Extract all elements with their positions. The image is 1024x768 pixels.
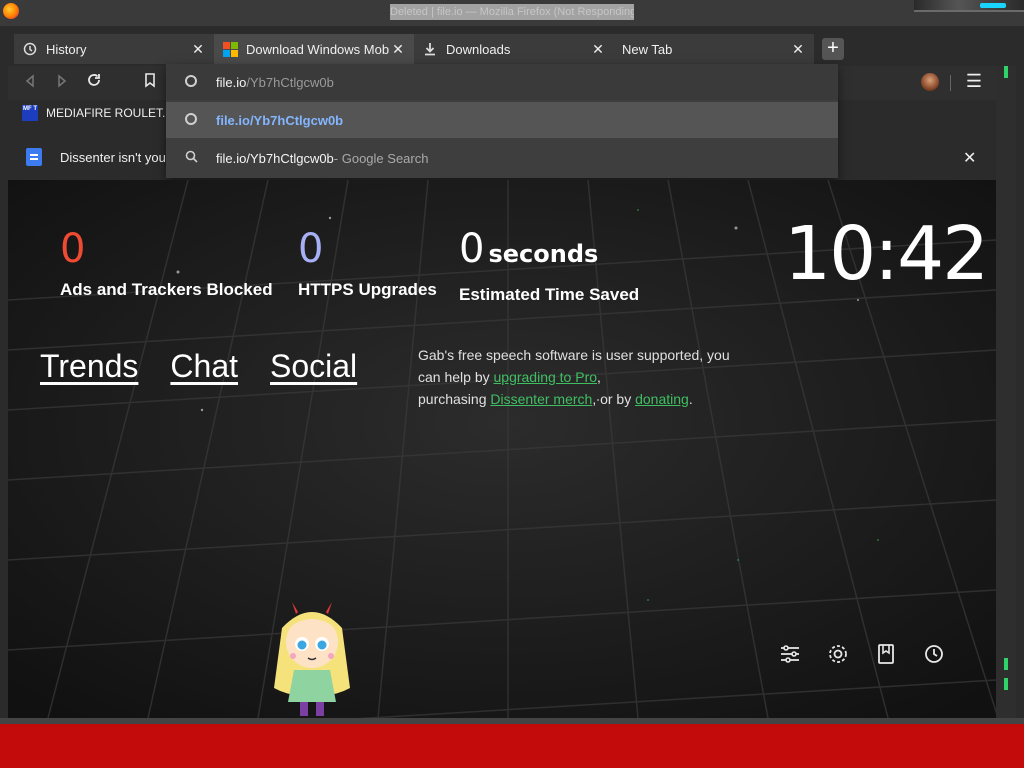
- stat-time-saved: 0 seconds Estimated Time Saved: [459, 224, 639, 305]
- tab-downloads[interactable]: Downloads ✕: [414, 34, 614, 64]
- history-icon[interactable]: [922, 642, 946, 666]
- history-icon: [22, 41, 38, 57]
- bookmark-icon: [145, 73, 155, 88]
- url-suggestion-search[interactable]: file.io/Yb7hCtlgcw0b - Google Search: [166, 140, 838, 176]
- globe-icon: [185, 74, 197, 87]
- tab-label: New Tab: [622, 41, 673, 57]
- window-titlebar: Deleted | file.io — Mozilla Firefox (Not…: [0, 0, 1024, 26]
- close-tab-icon[interactable]: ✕: [790, 41, 806, 57]
- upgrade-pro-link[interactable]: upgrading to Pro: [494, 369, 598, 385]
- new-tab-button[interactable]: +: [822, 38, 844, 60]
- clock: 10:42: [784, 211, 989, 297]
- desktop-background: [0, 724, 1024, 768]
- window-decoration: [914, 0, 1024, 12]
- tab-strip: History ✕ Download Windows Mobile ✕ Down…: [8, 30, 1014, 66]
- microsoft-logo-icon: [222, 41, 238, 57]
- window-title: Deleted | file.io — Mozilla Firefox (Not…: [390, 4, 634, 20]
- dashboard-tools: [778, 642, 946, 666]
- support-line: , or by: [592, 391, 636, 407]
- stat-value: 0: [298, 226, 324, 272]
- support-message: Gab's free speech software is user suppo…: [418, 344, 778, 410]
- url-path: /Yb7hCtlgcw0b: [246, 74, 334, 90]
- stat-unit: seconds: [488, 240, 599, 268]
- suggestion-text: file.io/Yb7hCtlgcw0b: [216, 150, 334, 166]
- bookmark-icon[interactable]: [874, 642, 898, 666]
- close-notification-icon[interactable]: ✕: [963, 148, 976, 168]
- tab-download-windows-mobile[interactable]: Download Windows Mobile ✕: [214, 34, 414, 64]
- download-icon: [422, 41, 438, 57]
- support-line: purchasing: [418, 391, 491, 407]
- forward-button[interactable]: [50, 72, 74, 96]
- gear-icon[interactable]: [826, 642, 850, 666]
- link-trends[interactable]: Trends: [40, 348, 138, 385]
- new-tab-page: 0 Ads and Trackers Blocked 0 HTTPS Upgra…: [8, 180, 996, 718]
- support-line: Gab's free speech software is user suppo…: [418, 347, 730, 363]
- notification-message: Dissenter isn't you: [60, 150, 166, 165]
- back-arrow-icon: [25, 74, 34, 88]
- bookmark-mediafire-roulette[interactable]: MF T MEDIAFIRE ROULET...: [22, 105, 172, 121]
- close-tab-icon[interactable]: ✕: [390, 41, 406, 57]
- stat-label: Estimated Time Saved: [459, 285, 640, 304]
- stat-label: Ads and Trackers Blocked: [60, 280, 273, 299]
- profile-avatar[interactable]: [921, 73, 939, 91]
- stat-label: HTTPS Upgrades: [298, 280, 437, 299]
- close-tab-icon[interactable]: ✕: [590, 41, 606, 57]
- tab-label: History: [46, 41, 87, 57]
- link-chat[interactable]: Chat: [170, 348, 238, 385]
- stat-value: 0: [60, 226, 86, 272]
- document-icon: [26, 148, 42, 166]
- tab-new-tab[interactable]: New Tab ✕: [614, 34, 814, 64]
- close-tab-icon[interactable]: ✕: [190, 41, 206, 57]
- window-frame-decoration: [996, 66, 1016, 718]
- merch-link[interactable]: Dissenter merch: [490, 391, 592, 407]
- toolbar-divider: [950, 75, 951, 91]
- mediafire-favicon-icon: MF T: [22, 105, 38, 121]
- hamburger-menu-button[interactable]: ☰: [964, 71, 984, 93]
- url-dropdown: file.io/Yb7hCtlgcw0b file.io/Yb7hCtlgcw0…: [166, 64, 838, 178]
- support-line: ,: [597, 369, 601, 385]
- suggestion-suffix: - Google Search: [333, 150, 429, 166]
- support-line: can help by: [418, 369, 494, 385]
- tab-label: Downloads: [446, 41, 511, 57]
- globe-icon: [185, 112, 197, 125]
- suggestion-text: file.io/Yb7hCtlgcw0b: [216, 112, 344, 128]
- reload-button[interactable]: [82, 72, 106, 96]
- bookmark-label: MEDIAFIRE ROULET...: [46, 106, 173, 120]
- tab-history[interactable]: History ✕: [14, 34, 214, 64]
- link-social[interactable]: Social: [270, 348, 357, 385]
- donate-link[interactable]: donating: [635, 391, 689, 407]
- url-input[interactable]: file.io/Yb7hCtlgcw0b: [166, 64, 838, 100]
- tab-label: Download Windows Mobile: [246, 41, 390, 57]
- forward-arrow-icon: [58, 74, 67, 88]
- stat-https-upgrades: 0 HTTPS Upgrades: [298, 224, 437, 300]
- search-icon: [166, 150, 216, 166]
- firefox-icon: [3, 3, 19, 19]
- support-line: .: [688, 391, 693, 407]
- stat-ads-blocked: 0 Ads and Trackers Blocked: [60, 224, 273, 300]
- cartoon-character-image: [274, 602, 350, 716]
- sliders-icon[interactable]: [778, 642, 802, 666]
- bookmark-page-button[interactable]: [138, 72, 162, 96]
- quick-links: Trends Chat Social: [40, 348, 357, 385]
- url-suggestion-visit[interactable]: file.io/Yb7hCtlgcw0b: [166, 102, 838, 138]
- stat-value: 0: [459, 226, 485, 272]
- back-button[interactable]: [18, 72, 42, 96]
- url-domain: file.io: [216, 74, 247, 90]
- reload-icon: [88, 74, 100, 86]
